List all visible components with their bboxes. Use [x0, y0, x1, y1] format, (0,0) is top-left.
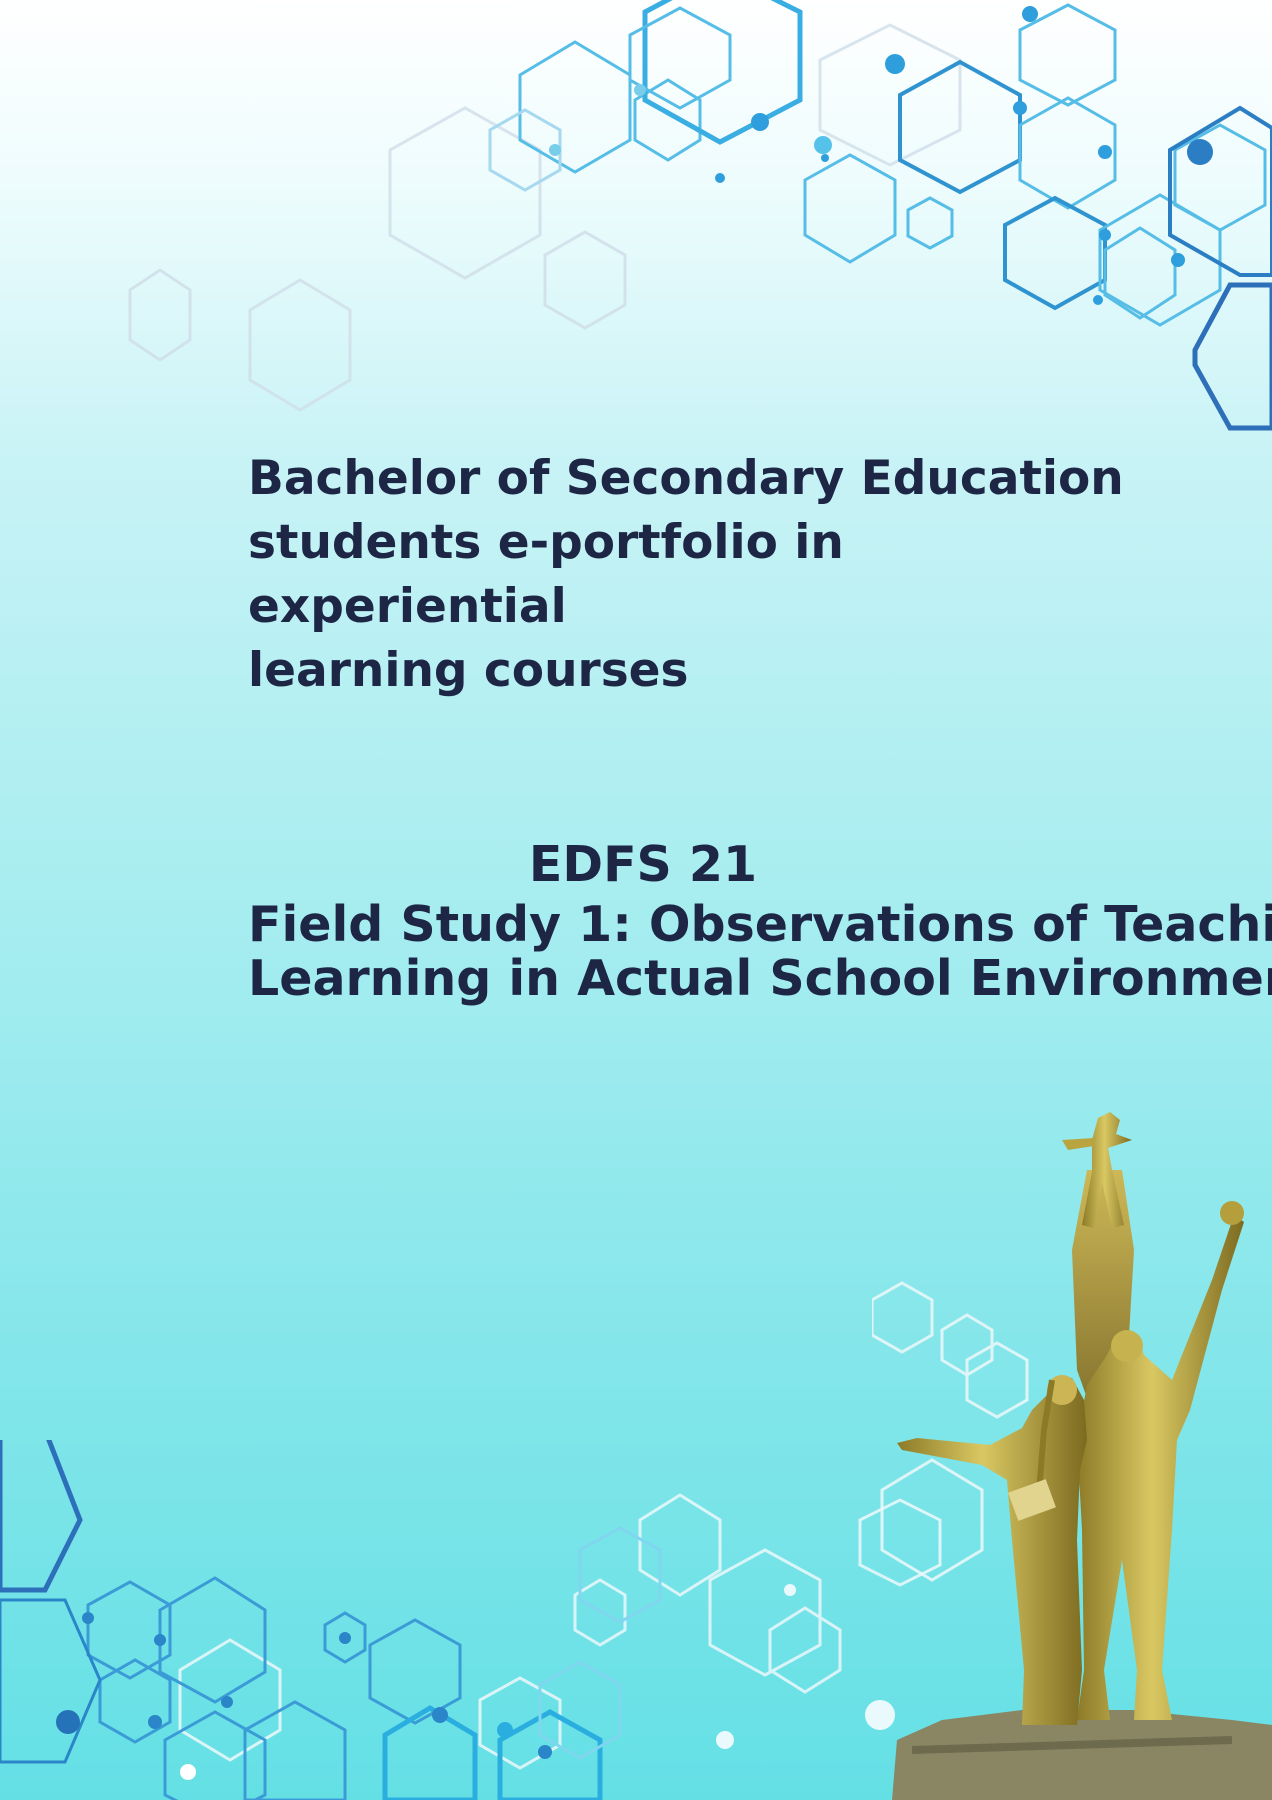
course-title-line: Field Study 1: Observations of Teaching — [248, 896, 1272, 953]
course-title-line: Learning in Actual School Environment — [248, 950, 1272, 1007]
statue-illustration — [872, 1112, 1272, 1800]
program-title-line: Bachelor of Secondary Education — [248, 451, 1124, 506]
program-title-line: students e-portfolio in experiential — [248, 515, 844, 634]
hexagon-network-bottom-decoration — [0, 1440, 942, 1800]
cover-page: Bachelor of Secondary Education students… — [0, 0, 1272, 1800]
course-code: EDFS 21 — [528, 836, 758, 893]
program-title-line: learning courses — [248, 643, 689, 698]
program-title: Bachelor of Secondary Education students… — [248, 447, 1148, 703]
hexagon-network-top-decoration — [128, 0, 1272, 431]
course-title: Field Study 1: Observations of Teaching … — [248, 896, 1272, 1007]
